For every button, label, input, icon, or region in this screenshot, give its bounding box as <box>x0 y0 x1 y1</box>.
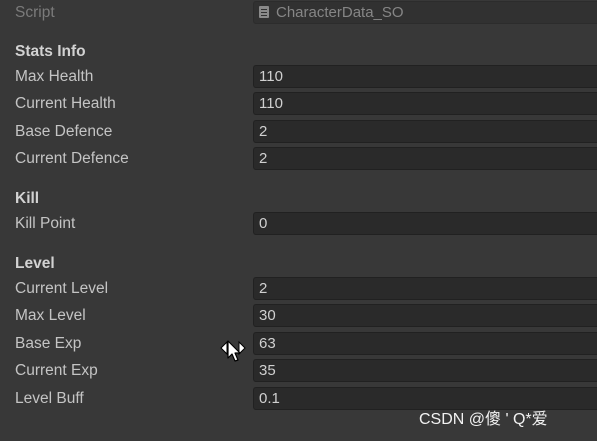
base-defence-input[interactable]: 2 <box>253 120 597 143</box>
current-health-input[interactable]: 110 <box>253 92 597 115</box>
script-value: CharacterData_SO <box>276 4 404 21</box>
level-buff-input[interactable]: 0.1 <box>253 387 597 410</box>
current-defence-input[interactable]: 2 <box>253 147 597 170</box>
kill-point-label[interactable]: Kill Point <box>15 210 75 237</box>
level-header: Level <box>15 255 55 272</box>
base-exp-label[interactable]: Base Exp <box>15 330 81 357</box>
current-health-label[interactable]: Current Health <box>15 90 116 117</box>
base-exp-input[interactable]: 63 <box>253 332 597 355</box>
field-row-max-health: Max Health 110 <box>0 63 597 90</box>
field-row-current-defence: Current Defence 2 <box>0 145 597 172</box>
script-field[interactable]: CharacterData_SO <box>253 1 597 24</box>
field-row-current-level: Current Level 2 <box>0 275 597 302</box>
watermark: CSDN @傻 ' Q*爱 <box>419 411 548 428</box>
field-row-max-level: Max Level 30 <box>0 302 597 329</box>
current-level-label[interactable]: Current Level <box>15 275 108 302</box>
stats-info-header: Stats Info <box>15 43 86 60</box>
base-defence-label[interactable]: Base Defence <box>15 118 112 145</box>
field-row-base-exp: Base Exp 63 <box>0 330 597 357</box>
max-level-label[interactable]: Max Level <box>15 302 86 329</box>
max-level-input[interactable]: 30 <box>253 304 597 327</box>
max-health-input[interactable]: 110 <box>253 65 597 88</box>
current-level-input[interactable]: 2 <box>253 277 597 300</box>
current-defence-label[interactable]: Current Defence <box>15 145 129 172</box>
kill-header: Kill <box>15 190 40 207</box>
kill-point-input[interactable]: 0 <box>253 212 597 235</box>
script-file-icon <box>259 6 269 18</box>
field-row-current-health: Current Health 110 <box>0 90 597 117</box>
resize-cursor-icon <box>220 340 246 362</box>
current-exp-input[interactable]: 35 <box>253 359 597 382</box>
current-exp-label[interactable]: Current Exp <box>15 357 98 384</box>
max-health-label[interactable]: Max Health <box>15 63 93 90</box>
field-row-base-defence: Base Defence 2 <box>0 118 597 145</box>
field-row-current-exp: Current Exp 35 <box>0 357 597 384</box>
script-row: Script CharacterData_SO <box>0 0 597 25</box>
field-row-kill-point: Kill Point 0 <box>0 210 597 237</box>
level-buff-label[interactable]: Level Buff <box>15 385 84 412</box>
script-label: Script <box>15 4 55 21</box>
